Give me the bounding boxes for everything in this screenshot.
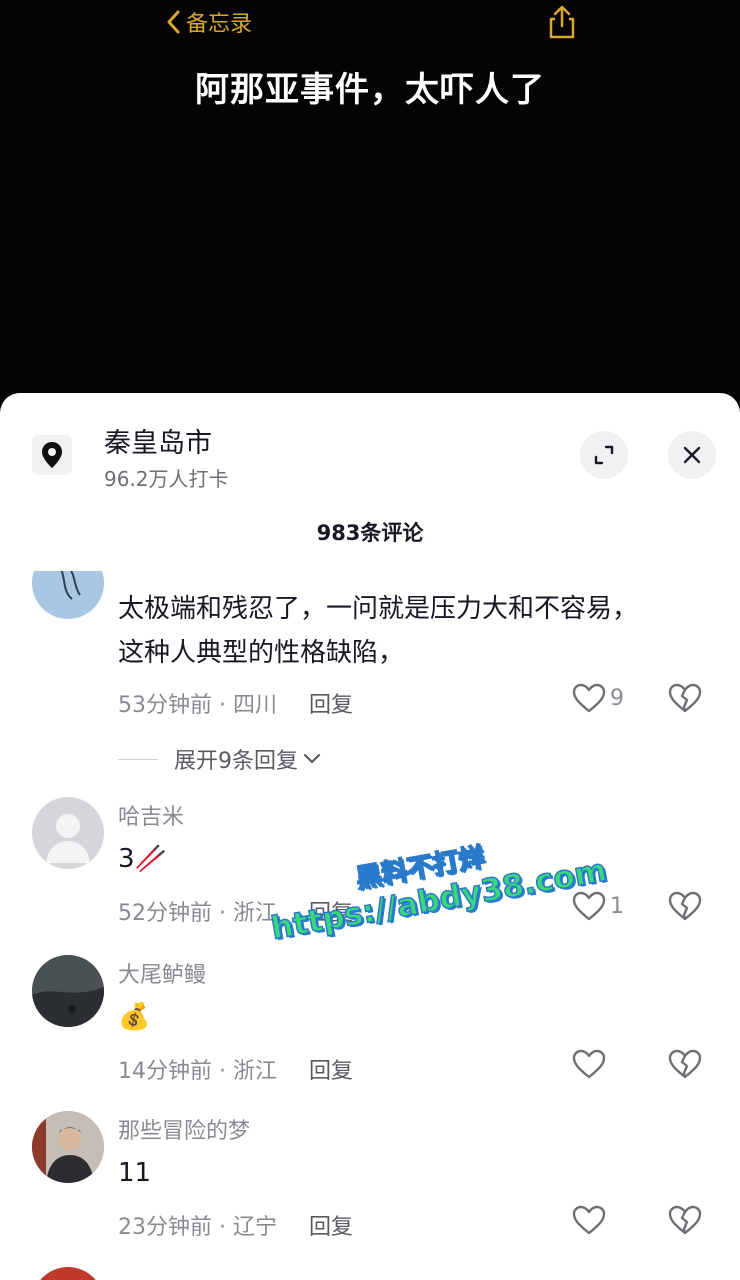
comment-time: 14分钟前 · 浙江 [118, 1059, 277, 1084]
like-button[interactable] [572, 1049, 610, 1079]
comments-sheet: 秦皇岛市 96.2万人打卡 983条评论 太极端和残忍了，一问就是压力大和不容易… [0, 393, 740, 1280]
chevron-left-icon [167, 10, 180, 34]
comment-time: 23分钟前 · 辽宁 [118, 1215, 277, 1240]
share-icon[interactable] [546, 4, 578, 40]
back-label: 备忘录 [186, 12, 253, 37]
expand-button[interactable] [580, 431, 628, 479]
heart-icon [572, 1049, 606, 1079]
comment-meta: 23分钟前 · 辽宁 回复 [118, 1209, 353, 1241]
avatar[interactable] [32, 797, 104, 869]
broken-heart-icon[interactable] [668, 1205, 702, 1235]
comment-meta: 53分钟前 · 四川 回复 [118, 687, 353, 719]
expand-icon [594, 445, 614, 465]
location-checkins: 96.2万人打卡 [104, 467, 229, 491]
avatar[interactable] [32, 1111, 104, 1183]
close-button[interactable] [668, 431, 716, 479]
comment-text: 太极端和残忍了，一问就是压力大和不容易， 这种人典型的性格缺陷， [118, 594, 639, 668]
comment-text: 11 [118, 1158, 152, 1188]
broken-heart-icon[interactable] [668, 683, 702, 713]
reply-button[interactable]: 回复 [309, 1209, 353, 1241]
video-title: 阿那亚事件，太吓人了 [195, 70, 545, 110]
comment-meta: 14分钟前 · 浙江 回复 [118, 1053, 353, 1085]
location-pin-icon [32, 435, 72, 475]
avatar[interactable] [32, 1267, 104, 1280]
username[interactable]: 哈吉米 [118, 799, 184, 831]
close-icon [683, 446, 701, 464]
comment-text: 💰 [118, 1002, 151, 1032]
broken-heart-icon[interactable] [668, 891, 702, 921]
reply-button[interactable]: 回复 [309, 687, 353, 719]
heart-icon [572, 1205, 606, 1235]
username[interactable]: 那些冒险的梦 [118, 1113, 250, 1145]
divider [118, 758, 158, 760]
heart-icon [572, 683, 606, 713]
username[interactable]: 大尾鲈鳗 [118, 957, 206, 989]
expand-replies[interactable]: 展开9条回复 [118, 743, 322, 775]
broken-heart-icon[interactable] [668, 1049, 702, 1079]
heart-icon [572, 891, 606, 921]
like-count: 9 [610, 685, 624, 711]
like-button[interactable]: 1 [572, 891, 624, 921]
reply-button[interactable]: 回复 [309, 1053, 353, 1085]
comment-time: 53分钟前 · 四川 [118, 693, 277, 718]
comment-count: 983条评论 [316, 521, 424, 545]
comment-time: 52分钟前 · 浙江 [118, 901, 277, 926]
location-name[interactable]: 秦皇岛市 [104, 421, 212, 460]
like-count: 1 [610, 893, 624, 919]
chevron-down-icon [303, 753, 321, 764]
avatar[interactable] [32, 571, 104, 619]
like-button[interactable] [572, 1205, 610, 1235]
video-area: 备忘录 阿那亚事件，太吓人了 [0, 0, 740, 400]
like-button[interactable]: 9 [572, 683, 624, 713]
back-button[interactable]: 备忘录 [166, 6, 252, 38]
avatar[interactable] [32, 955, 104, 1027]
